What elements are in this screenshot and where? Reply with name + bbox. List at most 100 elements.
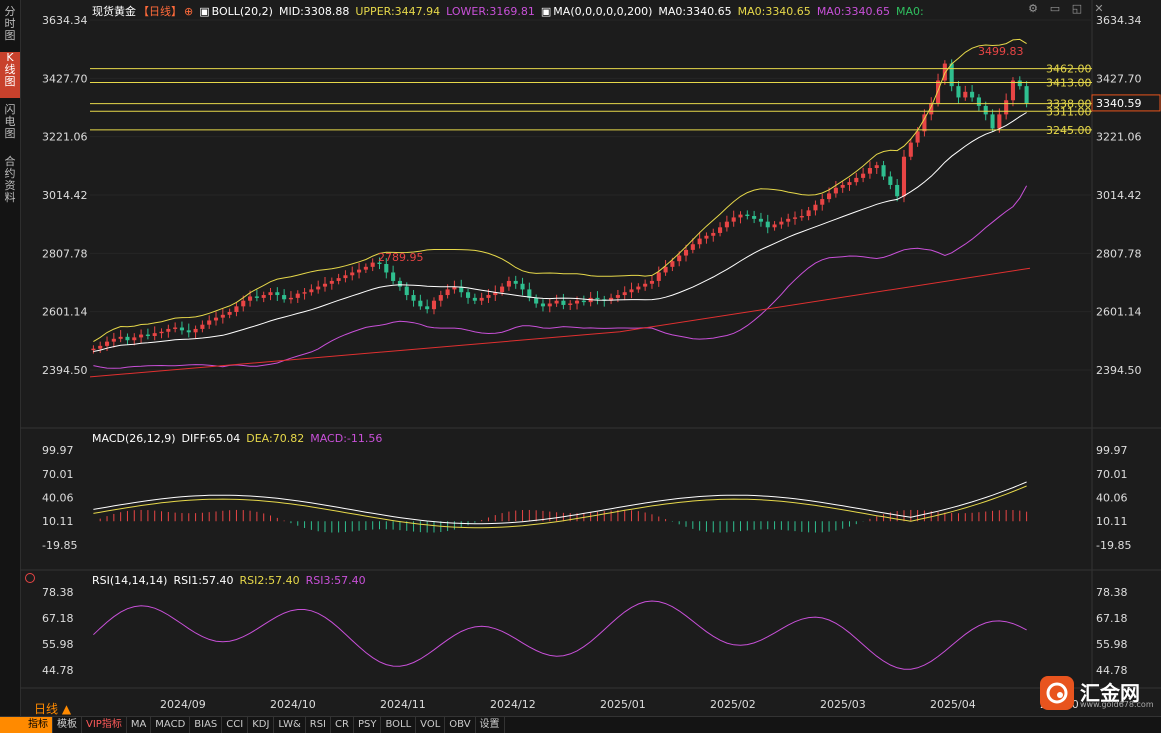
candle [806,210,811,217]
price-tick-left: 3221.06 [42,131,88,144]
sidebar: 分时图 K线图 闪电图 合约资料 [0,0,21,716]
macd-tick-left: 10.11 [42,515,74,528]
price-tick-left: 3014.42 [42,189,88,202]
candle [997,114,1002,129]
tab-10[interactable]: CR [331,717,354,733]
boll-mid: MID:3308.88 [278,5,350,18]
candle [697,238,702,245]
rsi-3: RSI3:57.40 [305,574,366,587]
tab-4[interactable]: MACD [151,717,191,733]
tab-7[interactable]: KDJ [248,717,275,733]
candle [792,217,798,219]
tab-8[interactable]: LW& [274,717,306,733]
candle [213,317,219,321]
candle [731,217,736,222]
tab-5[interactable]: BIAS [190,717,223,733]
date-tick: 2025/03 [820,698,866,711]
candle [881,165,886,177]
candle [282,295,287,300]
candle [718,227,723,233]
candle [799,216,804,218]
record-icon[interactable] [25,573,35,583]
tab-6[interactable]: CCI [222,717,249,733]
candle [554,300,559,304]
price-tick-left: 2601.14 [42,306,88,319]
candle [901,156,907,197]
ma-checkbox-icon[interactable]: ▣ [541,5,551,18]
candle [888,176,893,185]
rsi-tick-right: 78.38 [1096,586,1128,599]
tab-3[interactable]: MA [127,717,152,733]
date-tick: 2025/02 [710,698,756,711]
tab-14[interactable]: OBV [445,717,476,733]
tab-12[interactable]: BOLL [381,717,417,733]
price-tick-right: 3221.06 [1096,131,1142,144]
crosshair-icon[interactable]: ⊕ [184,5,193,18]
restore-icon[interactable]: ◱ [1070,2,1084,16]
tab-11[interactable]: PSY [354,717,382,733]
sidebar-tab-label: 闪电图 [4,103,16,140]
candle [431,300,437,310]
candle [656,272,661,281]
sidebar-tab-contract[interactable]: 合约资料 [0,156,20,212]
candle [438,295,443,301]
high-annotation: 3499.83 [978,45,1024,58]
sidebar-tab-flash[interactable]: 闪电图 [0,104,20,144]
candle [595,297,600,300]
sidebar-tab-timeshare[interactable]: 分时图 [0,6,20,46]
boll-checkbox-icon[interactable]: ▣ [199,5,209,18]
candle [479,297,484,301]
candle [1017,80,1022,87]
date-tick: 2025/01 [600,698,646,711]
candle [118,336,123,339]
candle [316,286,321,290]
candle [159,331,164,334]
candle [779,221,784,225]
macd-tick-left: 99.97 [42,444,74,457]
rsi-line [93,600,1027,670]
minimize-icon[interactable]: ▭ [1048,2,1062,16]
candle [193,328,198,333]
candle [111,338,116,342]
tab-1[interactable]: 模板 [53,717,82,733]
candle [983,105,988,115]
candle [520,283,525,290]
period-selector[interactable]: 日线 ▲ [34,700,71,717]
candle [574,300,580,304]
candle [568,303,573,305]
sidebar-tab-kline[interactable]: K线图 [0,52,20,98]
candle [649,280,654,284]
settings-icon[interactable]: ⚙ [1026,2,1040,16]
candle [758,218,763,222]
candle [166,328,171,332]
close-icon[interactable]: ✕ [1092,2,1106,16]
boll-upper: UPPER:3447.94 [355,5,441,18]
candle [970,91,975,98]
candle [963,91,968,98]
rsi-tick-right: 67.18 [1096,612,1128,625]
price-tick-left: 2394.50 [42,364,88,377]
candle [295,293,300,298]
candle [125,336,130,341]
candle [472,297,477,301]
candle [139,334,144,338]
candle [275,292,280,296]
chart-canvas[interactable]: 3634.34 3634.343427.70 3427.703221.06 3221.… [20,0,1161,716]
candle [629,289,634,293]
price-tick-right: 2394.50 [1096,364,1142,377]
candle [418,300,423,307]
candle [854,177,859,183]
macd-tick-right: 70.01 [1096,468,1128,481]
candle [363,266,368,270]
tab-13[interactable]: VOL [416,717,446,733]
candle [895,184,900,197]
candle [663,266,668,273]
period-label: 【日线】 [138,5,182,18]
candle [813,204,818,211]
candle [98,345,103,349]
tab-9[interactable]: RSI [306,717,332,733]
tab-0[interactable]: 指标 [0,717,53,733]
rsi-tick-left: 78.38 [42,586,74,599]
tab-15[interactable]: 设置 [476,717,505,733]
tab-2[interactable]: VIP指标 [82,717,127,733]
